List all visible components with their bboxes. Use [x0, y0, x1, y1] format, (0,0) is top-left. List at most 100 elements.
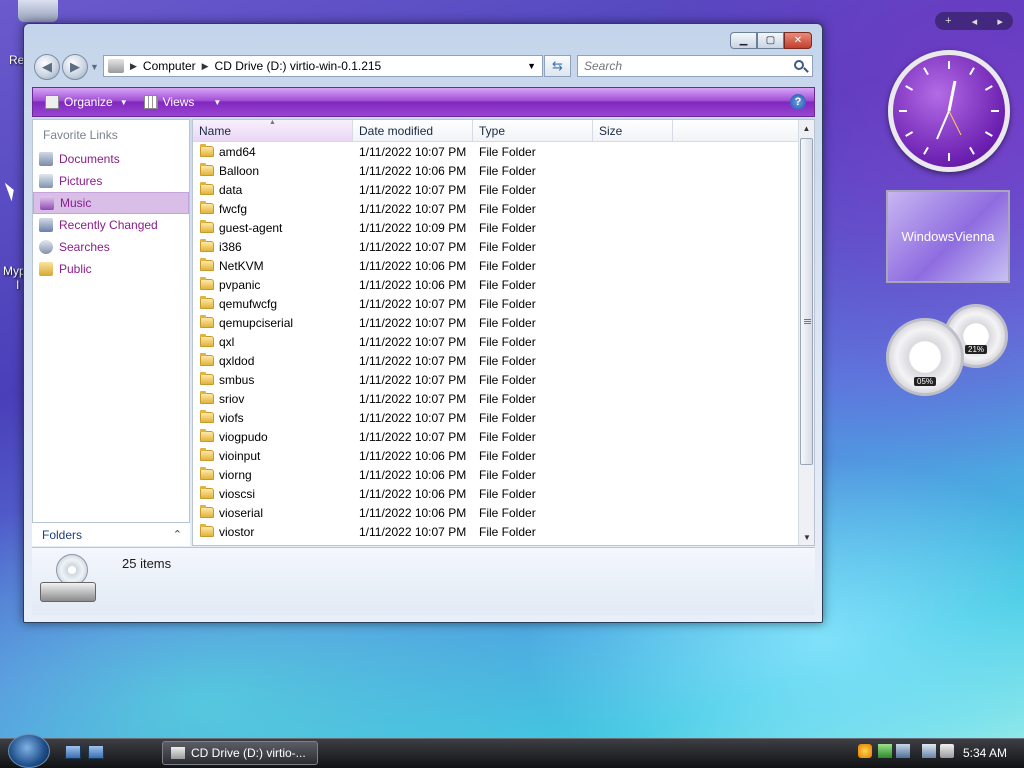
- desktop-label-fragment: I: [16, 278, 20, 292]
- table-row[interactable]: viorng 1/11/2022 10:06 PM File Folder: [193, 465, 814, 484]
- items-count: 25 items: [122, 556, 172, 571]
- chevron-right-icon[interactable]: ▶: [130, 61, 137, 72]
- folders-toggle[interactable]: Folders ⌃: [32, 522, 190, 546]
- table-row[interactable]: NetKVM 1/11/2022 10:06 PM File Folder: [193, 256, 814, 275]
- table-row[interactable]: sriov 1/11/2022 10:07 PM File Folder: [193, 389, 814, 408]
- folder-icon: [200, 163, 214, 176]
- file-name: viorng: [219, 467, 252, 482]
- start-button[interactable]: [8, 734, 50, 768]
- forward-arrow-icon: ▶: [70, 59, 80, 74]
- folder-icon: [200, 201, 214, 214]
- scrollbar-thumb[interactable]: [800, 138, 813, 465]
- forward-button[interactable]: ▶: [62, 54, 88, 80]
- table-row[interactable]: qemupciserial 1/11/2022 10:07 PM File Fold…: [193, 313, 814, 332]
- file-type: File Folder: [479, 277, 536, 292]
- vertical-scrollbar[interactable]: ▲ ▼: [798, 120, 814, 545]
- sidebar-item-searches[interactable]: Searches: [33, 236, 189, 258]
- table-row[interactable]: vioserial 1/11/2022 10:06 PM File Folder: [193, 503, 814, 522]
- public-icon: [39, 262, 53, 276]
- help-icon[interactable]: ?: [790, 94, 806, 110]
- table-row[interactable]: Balloon 1/11/2022 10:06 PM File Folder: [193, 161, 814, 180]
- sidebar-item-pictures[interactable]: Pictures: [33, 170, 189, 192]
- cpu-meter-gadget[interactable]: 05%: [886, 318, 964, 396]
- file-type: File Folder: [479, 505, 536, 520]
- column-header-name[interactable]: ▲ Name: [193, 120, 353, 141]
- back-button[interactable]: ◀: [34, 54, 60, 80]
- file-name: sriov: [219, 391, 245, 406]
- recent-pages-dropdown[interactable]: ▼: [90, 62, 99, 72]
- breadcrumb-cd-drive[interactable]: CD Drive (D:) virtio-win-0.1.215: [215, 59, 382, 73]
- table-row[interactable]: pvpanic 1/11/2022 10:06 PM File Folder: [193, 275, 814, 294]
- table-row[interactable]: vioscsi 1/11/2022 10:06 PM File Folder: [193, 484, 814, 503]
- file-date: 1/11/2022 10:07 PM: [359, 353, 467, 368]
- chevron-right-icon[interactable]: ▶: [202, 61, 209, 72]
- network-icon[interactable]: [896, 744, 910, 758]
- folder-icon: [200, 505, 214, 518]
- taskbar-clock[interactable]: 5:34 AM: [963, 746, 1007, 760]
- refresh-button[interactable]: ⇆: [544, 55, 571, 77]
- previous-icon[interactable]: ◂: [972, 15, 978, 28]
- file-name: viofs: [219, 410, 244, 425]
- next-icon[interactable]: ▸: [997, 15, 1003, 28]
- refresh-icon: ⇆: [552, 58, 563, 73]
- organize-button[interactable]: Organize ▼: [41, 93, 132, 111]
- table-row[interactable]: viostor 1/11/2022 10:07 PM File Folder: [193, 522, 814, 541]
- volume-muted-icon[interactable]: [940, 744, 954, 758]
- minimize-button[interactable]: ▁: [730, 32, 757, 49]
- table-row[interactable]: smbus 1/11/2022 10:07 PM File Folder: [193, 370, 814, 389]
- table-row[interactable]: amd64 1/11/2022 10:07 PM File Folder: [193, 142, 814, 161]
- table-row[interactable]: viofs 1/11/2022 10:07 PM File Folder: [193, 408, 814, 427]
- table-row[interactable]: data 1/11/2022 10:07 PM File Folder: [193, 180, 814, 199]
- file-date: 1/11/2022 10:07 PM: [359, 144, 467, 159]
- sidebar-item-documents[interactable]: Documents: [33, 148, 189, 170]
- searches-icon: [39, 240, 53, 254]
- column-header-name-label: Name: [199, 124, 232, 138]
- address-bar[interactable]: ▶ Computer ▶ CD Drive (D:) virtio-win-0.…: [103, 55, 543, 77]
- folder-icon: [200, 315, 214, 328]
- folder-icon: [200, 448, 214, 461]
- network-status-icon[interactable]: [878, 744, 892, 758]
- column-header-size[interactable]: Size: [593, 120, 673, 141]
- breadcrumb-computer[interactable]: Computer: [143, 59, 196, 73]
- table-row[interactable]: qemufwcfg 1/11/2022 10:07 PM File Folder: [193, 294, 814, 313]
- sidebar-item-recently-changed[interactable]: Recently Changed: [33, 214, 189, 236]
- table-row[interactable]: vioinput 1/11/2022 10:06 PM File Folder: [193, 446, 814, 465]
- search-icon[interactable]: [794, 60, 804, 70]
- column-header-date[interactable]: Date modified: [353, 120, 473, 141]
- add-gadget-icon[interactable]: +: [945, 15, 951, 27]
- display-icon[interactable]: [922, 744, 936, 758]
- command-bar: Organize ▼ Views ▼ ?: [32, 87, 815, 117]
- file-name: amd64: [219, 144, 256, 159]
- search-input[interactable]: [577, 55, 813, 77]
- file-date: 1/11/2022 10:07 PM: [359, 410, 467, 425]
- scroll-up-icon[interactable]: ▲: [799, 120, 814, 136]
- switch-windows-icon[interactable]: [88, 745, 104, 759]
- views-button[interactable]: Views ▼: [140, 93, 226, 111]
- close-button[interactable]: ✕: [784, 32, 812, 49]
- table-row[interactable]: viogpudo 1/11/2022 10:07 PM File Folder: [193, 427, 814, 446]
- file-date: 1/11/2022 10:06 PM: [359, 486, 467, 501]
- chevron-down-icon: ▼: [119, 97, 128, 107]
- scroll-down-icon[interactable]: ▼: [799, 529, 814, 545]
- column-header-type[interactable]: Type: [473, 120, 593, 141]
- table-row[interactable]: guest-agent 1/11/2022 10:09 PM File Folder: [193, 218, 814, 237]
- table-row[interactable]: i386 1/11/2022 10:07 PM File Folder: [193, 237, 814, 256]
- table-row[interactable]: fwcfg 1/11/2022 10:07 PM File Folder: [193, 199, 814, 218]
- sidebar-item-music[interactable]: Music: [33, 192, 189, 214]
- maximize-button[interactable]: ▢: [757, 32, 784, 49]
- slideshow-gadget[interactable]: WindowsVienna: [886, 190, 1010, 283]
- sidebar-item-label: Music: [60, 196, 92, 210]
- table-row[interactable]: qxldod 1/11/2022 10:07 PM File Folder: [193, 351, 814, 370]
- favorite-links-list: Documents Pictures Music Recently Changed Se…: [33, 148, 189, 280]
- sidebar-item-public[interactable]: Public: [33, 258, 189, 280]
- recycle-bin-icon[interactable]: [18, 0, 58, 22]
- sidebar-item-label: Pictures: [59, 174, 103, 188]
- taskbar-button-explorer[interactable]: CD Drive (D:) virtio-...: [162, 741, 318, 765]
- address-dropdown-icon[interactable]: ▼: [527, 61, 536, 71]
- table-row[interactable]: qxl 1/11/2022 10:07 PM File Folder: [193, 332, 814, 351]
- sidebar-item-label: Recently Changed: [59, 218, 158, 232]
- back-arrow-icon: ◀: [42, 59, 52, 74]
- security-shield-icon[interactable]: [858, 744, 872, 758]
- clock-gadget[interactable]: [888, 50, 1010, 172]
- show-desktop-icon[interactable]: [65, 745, 81, 759]
